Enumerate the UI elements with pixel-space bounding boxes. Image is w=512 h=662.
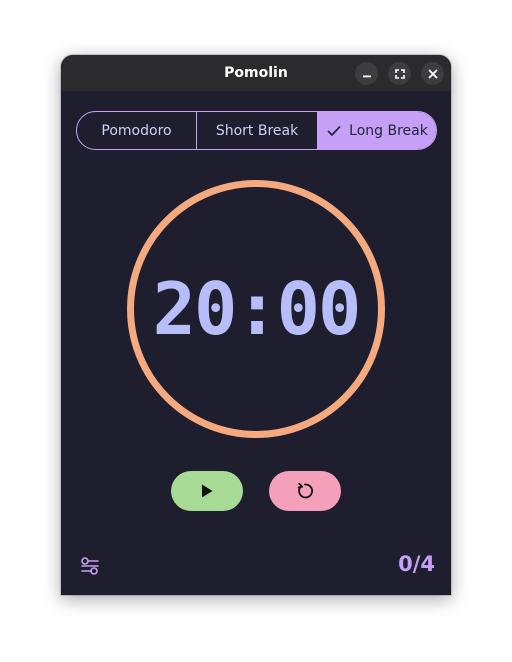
maximize-icon bbox=[394, 68, 405, 79]
mode-label: Long Break bbox=[349, 122, 428, 139]
mode-pomodoro[interactable]: Pomodoro bbox=[77, 112, 197, 149]
mode-label: Short Break bbox=[215, 122, 299, 139]
minimize-icon bbox=[362, 75, 371, 77]
session-counter: 0/4 bbox=[398, 552, 435, 576]
play-button[interactable] bbox=[171, 471, 243, 511]
settings-button[interactable] bbox=[79, 555, 101, 577]
title-bar[interactable]: Pomolin bbox=[61, 55, 451, 91]
mode-long-break[interactable]: Long Break bbox=[317, 112, 436, 149]
minimize-button[interactable] bbox=[355, 62, 378, 85]
mode-selector: Pomodoro Short Break Long Break bbox=[76, 111, 437, 150]
reset-icon bbox=[297, 482, 313, 499]
reset-button[interactable] bbox=[269, 471, 341, 511]
app-window: Pomolin Pomodoro Short Break Long Break … bbox=[61, 55, 451, 595]
mode-label: Pomodoro bbox=[101, 122, 172, 139]
timer-display: 20:00 bbox=[152, 267, 362, 351]
close-button[interactable] bbox=[421, 62, 444, 85]
play-icon bbox=[202, 484, 213, 498]
checkmark-icon bbox=[327, 125, 341, 137]
maximize-button[interactable] bbox=[388, 62, 411, 85]
settings-sliders-icon bbox=[81, 557, 99, 575]
mode-short-break[interactable]: Short Break bbox=[197, 112, 317, 149]
close-icon bbox=[428, 69, 437, 78]
